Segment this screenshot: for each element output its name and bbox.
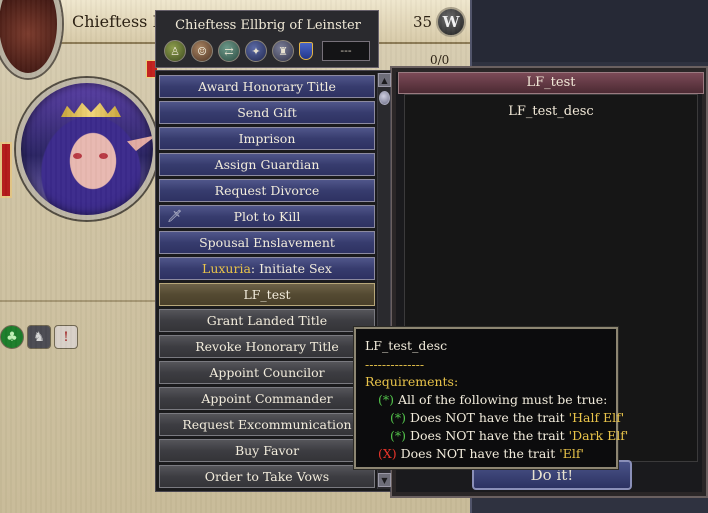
intrigue-icon[interactable]: ✦ xyxy=(245,40,267,62)
elf-ear xyxy=(127,135,153,151)
requirement-text: Does NOT have the trait xyxy=(406,410,569,425)
portrait-eye xyxy=(73,153,82,159)
menu-item-request-excommunication[interactable]: Request Excommunication xyxy=(159,413,375,436)
menu-item-label: Assign Guardian xyxy=(214,157,320,172)
menu-item-award-honorary-title[interactable]: Award Honorary Title xyxy=(159,75,375,98)
coat-of-arms-icon[interactable] xyxy=(0,142,12,198)
decision-detail-title: LF_test xyxy=(398,72,704,94)
menu-item-grant-landed-title[interactable]: Grant Landed Title xyxy=(159,309,375,332)
requirement-text: All of the following must be true: xyxy=(394,392,608,407)
requirement-text: Does NOT have the trait xyxy=(396,446,560,461)
menu-item-label: Request Divorce xyxy=(214,183,320,198)
menu-item-spousal-enslavement[interactable]: Spousal Enslavement xyxy=(159,231,375,254)
menu-item-assign-guardian[interactable]: Assign Guardian xyxy=(159,153,375,176)
menu-item-label-prefix: Luxuria xyxy=(202,261,251,276)
tooltip-separator: -------------- xyxy=(365,357,425,372)
menu-item-order-to-take-vows[interactable]: Order to Take Vows xyxy=(159,465,375,488)
menu-item-plot-to-kill[interactable]: 🗡 Plot to Kill xyxy=(159,205,375,228)
panel-divider xyxy=(0,300,160,302)
trait-name: 'Elf' xyxy=(559,446,584,461)
requirement-failed-mark: (X) xyxy=(378,446,397,461)
tooltip-requirements-label: Requirements: xyxy=(365,374,459,389)
tooltip-description: LF_test_desc xyxy=(365,338,448,353)
tooltip-requirement-line: (*) Does NOT have the trait 'Half Elf' xyxy=(390,409,624,427)
w-badge-button[interactable]: W xyxy=(436,7,466,37)
menu-item-label: Spousal Enslavement xyxy=(199,235,335,250)
tooltip-requirement-line: (*) Does NOT have the trait 'Dark Elf' xyxy=(390,427,628,445)
menu-item-imprison[interactable]: Imprison xyxy=(159,127,375,150)
tree-icon[interactable]: ♣ xyxy=(0,325,24,349)
interaction-menu-icon-row: ♙ ☺ ⇄ ✦ ♜ --- xyxy=(164,40,370,62)
menu-item-label: Appoint Councilor xyxy=(209,365,325,380)
menu-item-label: Imprison xyxy=(238,131,296,146)
martial-icon[interactable]: ⇄ xyxy=(218,40,240,62)
requirement-text: Does NOT have the trait xyxy=(406,428,569,443)
right-panel-header-strip xyxy=(472,0,708,62)
w-badge-letter: W xyxy=(442,13,460,31)
menu-item-send-gift[interactable]: Send Gift xyxy=(159,101,375,124)
menu-item-appoint-councilor[interactable]: Appoint Councilor xyxy=(159,361,375,384)
menu-item-label: : Initiate Sex xyxy=(250,261,332,276)
trait-name: 'Dark Elf' xyxy=(568,428,629,443)
tooltip-requirement-line: (*) All of the following must be true: xyxy=(378,391,607,409)
menu-item-label: LF_test xyxy=(243,287,291,302)
menu-item-label: Buy Favor xyxy=(234,443,300,458)
character-portrait[interactable] xyxy=(16,78,158,220)
menu-item-label: Award Honorary Title xyxy=(198,79,336,94)
trait-name: 'Half Elf' xyxy=(568,410,625,425)
menu-item-label: Request Excommunication xyxy=(182,417,352,432)
interaction-menu-title: Chieftess Ellbrig of Leinster xyxy=(175,18,361,33)
ratio-counter: 0/0 xyxy=(430,53,450,67)
scroll-thumb[interactable] xyxy=(379,91,390,105)
decision-detail-description: LF_test_desc xyxy=(508,104,594,119)
menu-item-luxuria-initiate-sex[interactable]: Luxuria: Initiate Sex xyxy=(159,257,375,280)
trait-warning-icon[interactable]: ! xyxy=(54,325,78,349)
trait-figure-icon[interactable]: ♞ xyxy=(27,325,51,349)
character-age: 35 xyxy=(413,13,433,31)
scroll-down-arrow-icon[interactable]: ▼ xyxy=(378,473,391,487)
diplomacy-icon[interactable]: ♙ xyxy=(164,40,186,62)
menu-item-label: Order to Take Vows xyxy=(204,469,330,484)
menu-item-label: Grant Landed Title xyxy=(206,313,328,328)
menu-item-label: Send Gift xyxy=(237,105,297,120)
menu-item-lf-test[interactable]: LF_test xyxy=(159,283,375,306)
scroll-up-arrow-icon[interactable]: ▲ xyxy=(378,73,391,87)
menu-item-revoke-honorary-title[interactable]: Revoke Honorary Title xyxy=(159,335,375,358)
menu-item-label: Plot to Kill xyxy=(233,209,301,224)
interaction-filter-dropdown[interactable]: --- xyxy=(322,41,370,61)
liege-avatar[interactable] xyxy=(0,0,62,78)
tooltip-requirement-line: (X) Does NOT have the trait 'Elf' xyxy=(378,445,584,463)
requirements-tooltip: LF_test_desc -------------- Requirements… xyxy=(354,327,628,469)
menu-item-appoint-commander[interactable]: Appoint Commander xyxy=(159,387,375,410)
menu-item-label: Appoint Commander xyxy=(201,391,333,406)
trait-row: ♣ ♞ ! xyxy=(0,325,78,349)
interaction-menu-header: Chieftess Ellbrig of Leinster ♙ ☺ ⇄ ✦ ♜ … xyxy=(155,10,379,68)
requirement-met-mark: (*) xyxy=(378,392,395,407)
requirement-met-mark: (*) xyxy=(390,410,407,425)
crown-icon xyxy=(61,102,121,117)
shield-icon[interactable] xyxy=(299,42,313,60)
learning-icon[interactable]: ♜ xyxy=(272,40,294,62)
menu-item-request-divorce[interactable]: Request Divorce xyxy=(159,179,375,202)
stewardship-icon[interactable]: ☺ xyxy=(191,40,213,62)
menu-item-label: Revoke Honorary Title xyxy=(195,339,339,354)
requirement-met-mark: (*) xyxy=(390,428,407,443)
menu-item-buy-favor[interactable]: Buy Favor xyxy=(159,439,375,462)
portrait-eye xyxy=(99,153,108,159)
dagger-icon: 🗡 xyxy=(167,209,183,223)
